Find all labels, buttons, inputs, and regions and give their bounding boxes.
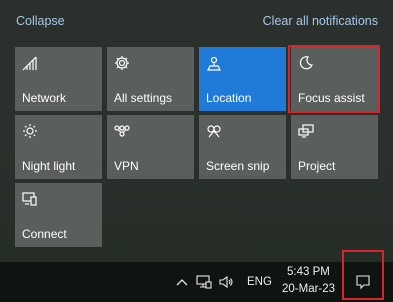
quick-action-vpn[interactable]: VPN	[107, 115, 194, 179]
collapse-button[interactable]: Collapse	[16, 14, 65, 28]
moon-icon	[299, 56, 313, 70]
tile-label: VPN	[114, 159, 139, 173]
language-indicator[interactable]: ENG	[247, 276, 272, 288]
quick-action-connect[interactable]: Connect	[15, 183, 102, 247]
tile-label: Screen snip	[206, 159, 270, 173]
network-icon	[22, 56, 37, 71]
quick-action-night-light[interactable]: Night light	[15, 115, 102, 179]
clear-all-notifications-button[interactable]: Clear all notifications	[263, 14, 378, 28]
vpn-icon	[114, 125, 130, 137]
project-icon	[298, 124, 314, 138]
tile-label: All settings	[114, 91, 173, 105]
tile-label: Night light	[22, 159, 76, 173]
quick-action-network[interactable]: Network	[15, 47, 102, 111]
gear-icon	[115, 56, 129, 70]
notification-icon[interactable]	[355, 274, 371, 290]
quick-action-focus-assist[interactable]: Focus assist	[291, 47, 378, 111]
quick-action-screen-snip[interactable]: Screen snip	[199, 115, 286, 179]
network-icon[interactable]	[196, 274, 212, 290]
action-center-header: Collapse Clear all notifications	[0, 0, 393, 40]
location-icon	[207, 56, 221, 71]
tile-label: Project	[298, 159, 336, 173]
tile-label: Network	[22, 91, 67, 105]
tile-label: Location	[206, 91, 252, 105]
screen-snip-icon	[207, 125, 221, 138]
tile-label: Connect	[22, 227, 67, 241]
quick-action-all-settings[interactable]: All settings	[107, 47, 194, 111]
chevron-up-icon[interactable]	[174, 274, 190, 290]
taskbar: ENG 5:43 PM 20-Mar-23	[0, 250, 393, 302]
quick-action-project[interactable]: Project	[291, 115, 378, 179]
clock-date[interactable]: 20-Mar-23	[282, 283, 335, 295]
connect-icon	[22, 192, 37, 206]
brightness-icon	[23, 124, 37, 138]
quick-action-location[interactable]: Location	[199, 47, 286, 111]
clock-time[interactable]: 5:43 PM	[287, 266, 330, 278]
volume-icon[interactable]	[218, 274, 234, 290]
action-center-panel: Collapse Clear all notifications Network…	[0, 0, 393, 262]
tile-label: Focus assist	[298, 91, 365, 105]
